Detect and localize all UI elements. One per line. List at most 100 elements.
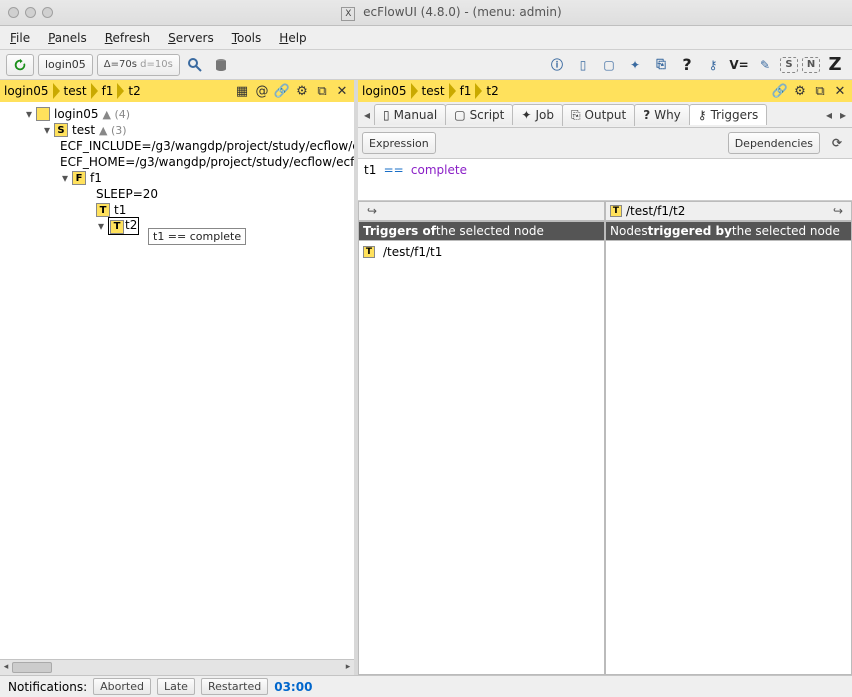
tree-label: login05 [54, 107, 99, 121]
tree-row-suite[interactable]: ▾ S test ▲ (3) [6, 122, 354, 138]
search-icon[interactable] [184, 54, 206, 76]
toggle-late[interactable]: Late [157, 678, 195, 695]
window-close[interactable] [8, 7, 19, 18]
tree-variable: SLEEP=20 [96, 187, 158, 201]
tree-row-server[interactable]: ▾ login05 ▲ (4) [6, 106, 354, 122]
n-icon[interactable]: N [802, 57, 820, 73]
scroll-right-arrow[interactable]: ▸ [342, 662, 354, 674]
tree-label: f1 [90, 171, 102, 185]
popout-icon[interactable]: ⧉ [314, 83, 330, 99]
tab-why[interactable]: ?Why [634, 104, 690, 125]
horizontal-scrollbar[interactable]: ◂ ▸ [0, 659, 354, 675]
info-icon[interactable]: ⓘ [546, 54, 568, 76]
tree-label: t1 [114, 203, 126, 217]
close-pane-icon[interactable]: ✕ [334, 83, 350, 99]
toggle-restarted[interactable]: Restarted [201, 678, 268, 695]
triggers-of-panel[interactable]: T /test/f1/t1 [358, 241, 605, 675]
menu-file[interactable]: File [10, 31, 30, 45]
left-breadcrumb[interactable]: login05 test f1 t2 [4, 83, 143, 99]
why-icon[interactable]: ? [676, 54, 698, 76]
window-maximize[interactable] [42, 7, 53, 18]
server-selector[interactable]: login05 [38, 54, 93, 76]
tree-var2[interactable]: ECF_HOME=/g3/wangdp/project/study/ecflow… [6, 154, 354, 170]
toggle-aborted[interactable]: Aborted [93, 678, 151, 695]
clock: 03:00 [274, 680, 312, 694]
family-node-icon: F [72, 171, 86, 185]
tree-label: test [72, 123, 95, 137]
delta-indicator[interactable]: Δ=70s d=10s [97, 54, 180, 76]
notifications-label: Notifications: [8, 680, 87, 694]
page-icon[interactable]: ▢ [598, 54, 620, 76]
tab-script[interactable]: ▢Script [445, 104, 513, 125]
link-icon[interactable]: 🔗 [772, 83, 788, 99]
tab-manual[interactable]: ▯Manual [374, 104, 446, 125]
disclosure-icon[interactable]: ▾ [24, 107, 34, 121]
refresh-icon [13, 58, 27, 72]
at-icon[interactable]: @ [254, 83, 270, 99]
tab-scroll-right[interactable]: ◂ [822, 108, 836, 122]
crumb-server[interactable]: login05 [4, 83, 64, 99]
detail-tabs: ◂ ▯Manual ▢Script ✦Job ⎘Output ?Why ⚷Tri… [358, 102, 852, 128]
scroll-thumb[interactable] [12, 662, 52, 673]
refresh-deps-icon[interactable]: ⟳ [826, 132, 848, 154]
run-icon[interactable]: ✦ [624, 54, 646, 76]
dependencies-button[interactable]: Dependencies [728, 132, 820, 154]
crumb-task[interactable]: t2 [486, 84, 500, 98]
menu-help[interactable]: Help [279, 31, 306, 45]
output-icon: ⎘ [571, 108, 581, 123]
tree-row-family[interactable]: ▾ F f1 [6, 170, 354, 186]
main-toolbar: login05 Δ=70s d=10s ⓘ ▯ ▢ ✦ ⎘ ? ⚷ V= ✎ S… [0, 50, 852, 80]
expression-button[interactable]: Expression [362, 132, 436, 154]
s-icon[interactable]: S [780, 57, 798, 73]
crumb-task[interactable]: t2 [128, 84, 142, 98]
triggered-by-panel[interactable] [605, 241, 852, 675]
edit-icon[interactable]: ✎ [754, 54, 776, 76]
crumb-family[interactable]: f1 [102, 83, 129, 99]
right-bar-icons: 🔗 ⚙ ⧉ ✕ [772, 83, 848, 99]
popout-icon[interactable]: ⧉ [812, 83, 828, 99]
tree-icon[interactable]: ⚷ [702, 54, 724, 76]
menu-tools[interactable]: Tools [232, 31, 262, 45]
tree-sleep[interactable]: SLEEP=20 [6, 186, 354, 202]
page-icon: ▢ [454, 108, 465, 122]
menu-refresh[interactable]: Refresh [105, 31, 150, 45]
crumb-family[interactable]: f1 [460, 83, 487, 99]
crumb-suite[interactable]: test [64, 83, 102, 99]
link-icon[interactable]: 🔗 [274, 83, 290, 99]
crumb-server[interactable]: login05 [362, 83, 422, 99]
variables-icon[interactable]: V= [728, 54, 750, 76]
window-minimize[interactable] [25, 7, 36, 18]
database-icon[interactable] [210, 54, 232, 76]
crumb-suite[interactable]: test [422, 83, 460, 99]
menu-panels[interactable]: Panels [48, 31, 87, 45]
scroll-left-arrow[interactable]: ◂ [0, 662, 12, 674]
tree-mode-icon[interactable]: ▦ [234, 83, 250, 99]
tree-var1[interactable]: ECF_INCLUDE=/g3/wangdp/project/study/ecf… [6, 138, 354, 154]
output-icon[interactable]: ⎘ [650, 54, 672, 76]
menubar: File Panels Refresh Servers Tools Help [0, 26, 852, 50]
redo-icon[interactable]: ↪ [363, 204, 381, 218]
right-breadcrumb[interactable]: login05 test f1 t2 [362, 83, 501, 99]
gear-icon[interactable]: ⚙ [294, 83, 310, 99]
gear-icon[interactable]: ⚙ [792, 83, 808, 99]
z-icon[interactable]: Z [824, 54, 846, 76]
tree-row-task1[interactable]: T t1 [6, 202, 354, 218]
book-icon[interactable]: ▯ [572, 54, 594, 76]
disclosure-icon[interactable]: ▾ [42, 123, 52, 137]
tree-view[interactable]: ▾ login05 ▲ (4) ▾ S test ▲ (3) ECF_INCLU… [0, 102, 354, 659]
tab-scroll-left[interactable]: ◂ [360, 108, 374, 122]
selected-path: /test/f1/t2 [626, 204, 685, 218]
tab-triggers[interactable]: ⚷Triggers [689, 104, 767, 125]
reload-button[interactable] [6, 54, 34, 76]
redo-icon[interactable]: ↪ [829, 204, 847, 218]
tab-output[interactable]: ⎘Output [562, 104, 635, 126]
expr-op: == [384, 163, 404, 177]
disclosure-icon[interactable]: ▾ [60, 171, 70, 185]
tab-job[interactable]: ✦Job [512, 104, 563, 125]
menu-servers[interactable]: Servers [168, 31, 214, 45]
close-pane-icon[interactable]: ✕ [832, 83, 848, 99]
task-node-icon: T [363, 246, 375, 258]
disclosure-icon[interactable]: ▾ [96, 219, 106, 233]
trigger-entry[interactable]: T /test/f1/t1 [363, 243, 600, 261]
tab-scroll-right2[interactable]: ▸ [836, 108, 850, 122]
